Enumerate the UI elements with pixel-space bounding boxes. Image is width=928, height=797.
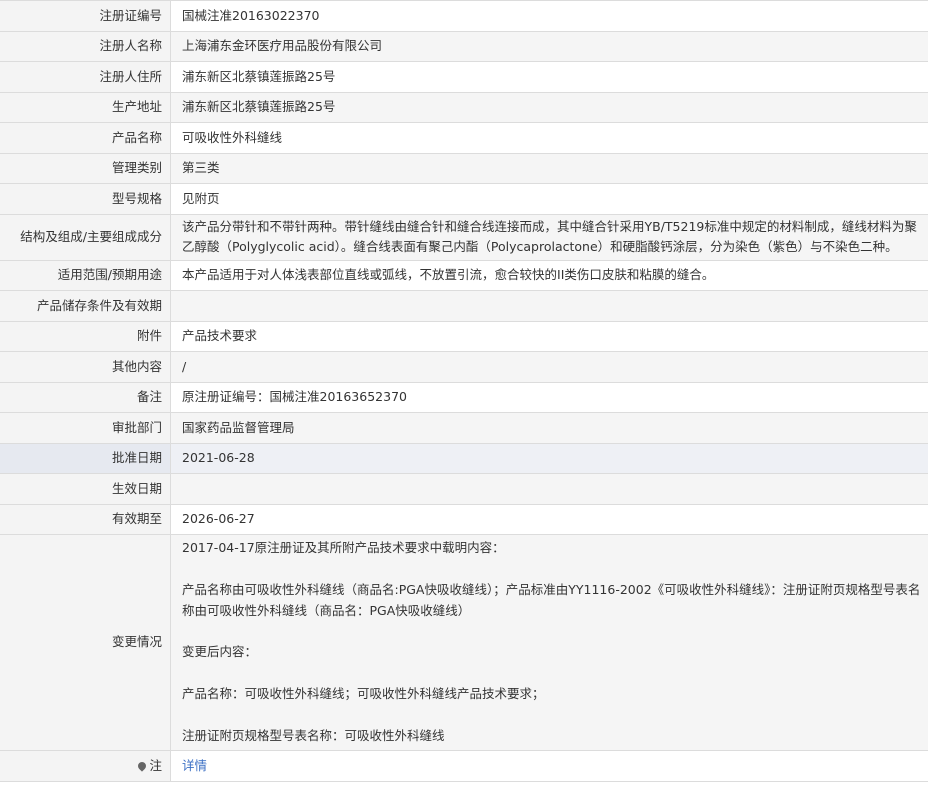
row-management-category: 管理类别 第三类: [0, 152, 928, 184]
change-line: 产品名称由可吸收性外科缝线（商品名:PGA快吸收缝线）；产品标准由YY1116-…: [182, 582, 921, 618]
label-approval-department: 审批部门: [0, 412, 171, 444]
label-structure-composition: 结构及组成/主要组成成分: [0, 213, 171, 261]
label-registration-number: 注册证编号: [0, 0, 171, 32]
row-structure-composition: 结构及组成/主要组成成分 该产品分带针和不带针两种。带针缝线由缝合针和缝合线连接…: [0, 213, 928, 261]
value-approval-department: 国家药品监督管理局: [170, 412, 928, 444]
value-note: 详情: [170, 750, 928, 782]
value-registrant-address: 浦东新区北蔡镇莲振路25号: [170, 61, 928, 93]
row-approval-department: 审批部门 国家药品监督管理局: [0, 412, 928, 444]
label-remarks: 备注: [0, 381, 171, 413]
change-line: 2017-04-17原注册证及其所附产品技术要求中载明内容：: [182, 540, 505, 555]
value-product-name: 可吸收性外科缝线: [170, 122, 928, 154]
value-other-content: /: [170, 351, 928, 383]
row-other-content: 其他内容 /: [0, 351, 928, 383]
row-model-spec: 型号规格 见附页: [0, 183, 928, 215]
label-intended-use: 适用范围/预期用途: [0, 259, 171, 291]
value-remarks: 原注册证编号：国械注准20163652370: [170, 381, 928, 413]
row-expiry-date: 有效期至 2026-06-27: [0, 503, 928, 535]
change-line: 产品名称：可吸收性外科缝线；可吸收性外科缝线产品技术要求；: [182, 686, 545, 701]
value-registration-number: 国械注准20163022370: [170, 0, 928, 32]
row-registration-number: 注册证编号 国械注准20163022370: [0, 0, 928, 32]
row-storage-conditions: 产品储存条件及有效期: [0, 290, 928, 322]
label-note: 注: [0, 750, 171, 782]
row-note: 注 详情: [0, 750, 928, 782]
value-expiry-date: 2026-06-27: [170, 503, 928, 535]
change-line: 注册证附页规格型号表名称：可吸收性外科缝线: [182, 728, 445, 743]
change-blank-line: [182, 663, 922, 684]
label-registrant-address: 注册人住所: [0, 61, 171, 93]
row-approval-date: 批准日期 2021-06-28: [0, 442, 928, 474]
label-change-history: 变更情况: [0, 534, 171, 751]
label-approval-date: 批准日期: [0, 442, 171, 474]
row-registrant-address: 注册人住所 浦东新区北蔡镇莲振路25号: [0, 61, 928, 93]
row-production-address: 生产地址 浦东新区北蔡镇莲振路25号: [0, 91, 928, 123]
pin-icon: [136, 759, 149, 772]
value-change-history: 2017-04-17原注册证及其所附产品技术要求中载明内容： 产品名称由可吸收性…: [170, 534, 928, 751]
value-model-spec: 见附页: [170, 183, 928, 215]
label-production-address: 生产地址: [0, 91, 171, 123]
row-intended-use: 适用范围/预期用途 本产品适用于对人体浅表部位直线或弧线，不放置引流，愈合较快的…: [0, 259, 928, 291]
change-blank-line: [182, 705, 922, 726]
label-expiry-date: 有效期至: [0, 503, 171, 535]
change-blank-line: [182, 559, 922, 580]
label-storage-conditions: 产品储存条件及有效期: [0, 290, 171, 322]
note-label: 注: [149, 757, 162, 773]
label-attachments: 附件: [0, 320, 171, 352]
value-structure-composition: 该产品分带针和不带针两种。带针缝线由缝合针和缝合线连接而成，其中缝合针采用YB/…: [170, 213, 928, 261]
value-approval-date: 2021-06-28: [170, 442, 928, 474]
label-model-spec: 型号规格: [0, 183, 171, 215]
row-change-history: 变更情况 2017-04-17原注册证及其所附产品技术要求中载明内容： 产品名称…: [0, 534, 928, 751]
value-attachments: 产品技术要求: [170, 320, 928, 352]
label-effective-date: 生效日期: [0, 473, 171, 505]
label-registrant-name: 注册人名称: [0, 30, 171, 62]
value-management-category: 第三类: [170, 152, 928, 184]
change-blank-line: [182, 621, 922, 642]
value-storage-conditions: [170, 290, 928, 322]
row-attachments: 附件 产品技术要求: [0, 320, 928, 352]
row-effective-date: 生效日期: [0, 473, 928, 505]
row-registrant-name: 注册人名称 上海浦东金环医疗用品股份有限公司: [0, 30, 928, 62]
label-management-category: 管理类别: [0, 152, 171, 184]
label-product-name: 产品名称: [0, 122, 171, 154]
value-intended-use: 本产品适用于对人体浅表部位直线或弧线，不放置引流，愈合较快的II类伤口皮肤和粘膜…: [170, 259, 928, 291]
value-production-address: 浦东新区北蔡镇莲振路25号: [170, 91, 928, 123]
registration-detail-table: 注册证编号 国械注准20163022370 注册人名称 上海浦东金环医疗用品股份…: [0, 0, 928, 782]
details-link[interactable]: 详情: [182, 758, 207, 773]
row-remarks: 备注 原注册证编号：国械注准20163652370: [0, 381, 928, 413]
value-effective-date: [170, 473, 928, 505]
label-other-content: 其他内容: [0, 351, 171, 383]
row-product-name: 产品名称 可吸收性外科缝线: [0, 122, 928, 154]
change-line: 变更后内容：: [182, 644, 258, 659]
value-registrant-name: 上海浦东金环医疗用品股份有限公司: [170, 30, 928, 62]
